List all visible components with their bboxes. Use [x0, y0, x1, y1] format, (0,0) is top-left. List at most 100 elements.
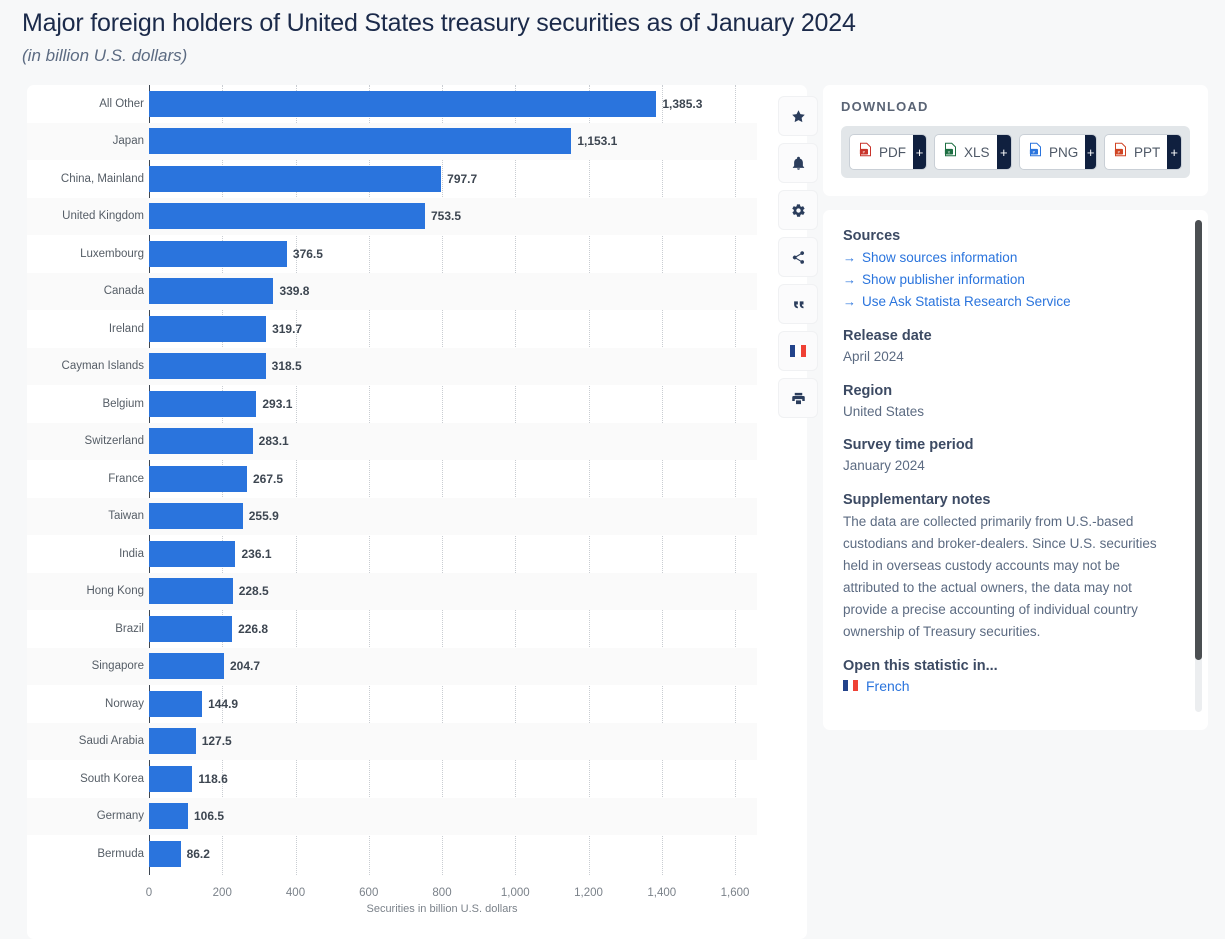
- download-button-label: PDF: [879, 144, 906, 160]
- share-button[interactable]: [779, 238, 817, 276]
- download-button-label: XLS: [964, 144, 990, 160]
- bar-value-label: 293.1: [262, 396, 293, 411]
- sources-heading: Sources: [843, 228, 901, 244]
- download-ppt-button[interactable]: P PPT +: [1105, 135, 1181, 169]
- cite-button[interactable]: [779, 285, 817, 323]
- bar[interactable]: [149, 203, 425, 230]
- main-content: All Other 1,385.3 Japan 1,153.1 China, Mainl…: [0, 85, 1225, 939]
- bar[interactable]: [149, 690, 203, 717]
- bar[interactable]: [149, 165, 442, 192]
- bar[interactable]: [149, 840, 181, 867]
- bar[interactable]: [149, 428, 253, 455]
- bar[interactable]: [149, 240, 287, 267]
- bar-track: 753.5: [149, 198, 749, 236]
- bar[interactable]: [149, 353, 266, 380]
- language-link[interactable]: French: [843, 678, 1188, 694]
- bar-value-label: 797.7: [447, 171, 478, 186]
- supplementary-notes-heading: Supplementary notes: [843, 492, 991, 509]
- arrow-right-icon: →: [843, 293, 856, 309]
- bar-row: Canada 339.8: [27, 272, 757, 310]
- bar-category-label: Germany: [96, 810, 144, 823]
- bar-row: Taiwan 255.9: [27, 497, 757, 535]
- png-file-icon: P: [1028, 142, 1043, 162]
- x-axis: 0 200 400 600 800 1,000 1,200 1,400 1,600: [146, 875, 750, 905]
- chart-toolbar: [779, 97, 817, 417]
- bar-row: Saudi Arabia 127.5: [27, 722, 757, 760]
- region-block: Region United States: [843, 383, 1188, 423]
- arrow-right-icon: →: [843, 250, 856, 265]
- bar-category-label: South Korea: [80, 772, 144, 785]
- source-links: → Show sources information → Show publisher…: [843, 247, 1188, 313]
- pdf-file-icon: P: [858, 142, 873, 162]
- bar-value-label: 376.5: [292, 246, 323, 261]
- bar-value-label: 86.2: [186, 846, 210, 861]
- bar[interactable]: [149, 765, 193, 792]
- sources-block: Sources → Show sources information → Show p…: [843, 228, 1188, 313]
- bar[interactable]: [149, 578, 233, 605]
- download-heading: DOWNLOAD: [841, 99, 929, 114]
- quote-icon: [791, 297, 806, 312]
- open-statistic-block: Open this statistic in... French: [843, 658, 1188, 694]
- bar-row: South Korea 118.6: [27, 760, 757, 798]
- bar[interactable]: [149, 128, 572, 155]
- bar-value-label: 1,385.3: [662, 96, 703, 111]
- bar[interactable]: [149, 540, 236, 567]
- bar-row: Belgium 293.1: [27, 385, 757, 423]
- x-tick-label: 800: [432, 887, 452, 899]
- survey-period-heading: Survey time period: [843, 437, 974, 454]
- star-icon: [791, 109, 806, 124]
- print-button[interactable]: [779, 379, 817, 417]
- bar-track: 106.5: [149, 798, 749, 836]
- download-options-toggle[interactable]: +: [996, 135, 1011, 169]
- bar[interactable]: [149, 803, 188, 830]
- chart-card: All Other 1,385.3 Japan 1,153.1 China, Mainl…: [27, 85, 817, 939]
- bar-row: Singapore 204.7: [27, 647, 757, 685]
- source-link-label: Show sources information: [862, 250, 1018, 265]
- bar-track: 144.9: [149, 685, 749, 723]
- bar-value-label: 106.5: [194, 809, 225, 824]
- bar[interactable]: [149, 390, 257, 417]
- download-options-toggle[interactable]: +: [1085, 135, 1096, 169]
- favorite-button[interactable]: [779, 97, 817, 135]
- settings-button[interactable]: [779, 191, 817, 229]
- bar[interactable]: [149, 278, 274, 305]
- bar[interactable]: [149, 503, 243, 530]
- source-link[interactable]: → Show publisher information: [843, 269, 1188, 291]
- supplementary-notes-text: The data are collected primarily from U.…: [843, 514, 1157, 639]
- bar[interactable]: [149, 465, 247, 492]
- bar[interactable]: [149, 315, 267, 342]
- bar-value-label: 236.1: [241, 546, 272, 561]
- language-button[interactable]: [779, 332, 817, 370]
- bar-track: 86.2: [149, 835, 749, 873]
- download-pdf-button[interactable]: P PDF +: [850, 135, 926, 169]
- region-value: United States: [843, 403, 925, 419]
- bar-track: 226.8: [149, 610, 749, 648]
- bar-category-label: China, Mainland: [60, 172, 144, 185]
- download-options-toggle[interactable]: +: [1167, 135, 1181, 169]
- bar[interactable]: [149, 615, 233, 642]
- download-options-toggle[interactable]: +: [913, 135, 926, 169]
- bar[interactable]: [149, 653, 224, 680]
- bar-value-label: 318.5: [271, 359, 302, 374]
- scrollbar-thumb[interactable]: [1195, 220, 1202, 660]
- open-statistic-heading: Open this statistic in...: [843, 657, 998, 674]
- source-link[interactable]: → Use Ask Statista Research Service: [843, 291, 1188, 313]
- bar[interactable]: [149, 90, 657, 117]
- download-png-button[interactable]: P PNG +: [1020, 135, 1096, 169]
- bar-category-label: Taiwan: [108, 510, 144, 523]
- language-link-label: French: [866, 677, 910, 694]
- bar-row: India 236.1: [27, 535, 757, 573]
- bar-row: Brazil 226.8: [27, 610, 757, 648]
- source-link[interactable]: → Show sources information: [843, 247, 1188, 269]
- right-sidebar: DOWNLOAD P PDF + X XLS + P PNG + P PPT + Sources → S…: [823, 85, 1208, 939]
- download-buttons: P PDF + X XLS + P PNG + P PPT +: [841, 126, 1190, 178]
- bar-value-label: 226.8: [238, 621, 269, 636]
- bar-category-label: Brazil: [115, 622, 144, 635]
- bar-category-label: All Other: [99, 97, 144, 110]
- bar-rows: All Other 1,385.3 Japan 1,153.1 China, Mainl…: [27, 85, 757, 873]
- bar-track: 1,153.1: [149, 123, 749, 161]
- download-xls-button[interactable]: X XLS +: [935, 135, 1011, 169]
- alert-button[interactable]: [779, 144, 817, 182]
- bar-row: Norway 144.9: [27, 685, 757, 723]
- bar[interactable]: [149, 728, 196, 755]
